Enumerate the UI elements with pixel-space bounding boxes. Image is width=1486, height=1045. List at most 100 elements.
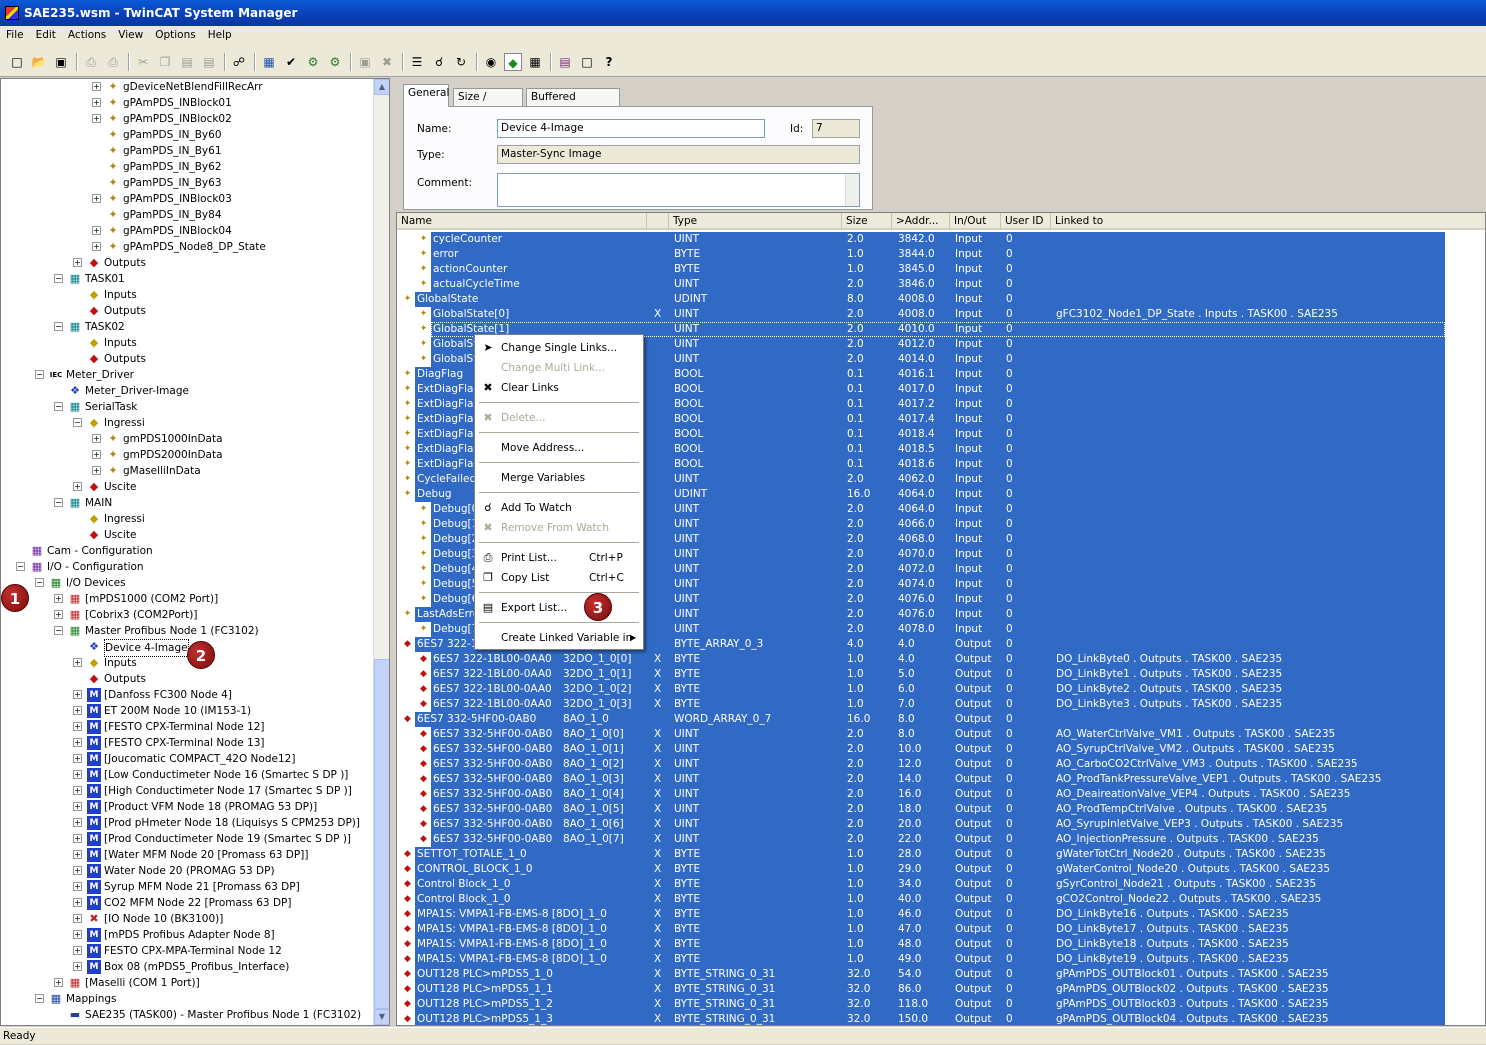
menu-options[interactable]: Options [149,26,202,44]
table-row[interactable]: ✦ GlobalState[0] X UINT 2.0 4008.0 Input 0 gFC31… [397,307,1485,322]
tree-item[interactable]: + M [Prod Conductimeter Node 19 (Smartec S… [1,831,371,847]
column-header-name[interactable]: Name [397,213,647,230]
tree-item[interactable]: ◆ Inputs [1,335,371,351]
table-row[interactable]: ✦ actualCycleTime UINT 2.0 3846.0 Input 0 [397,277,1485,292]
menu-help[interactable]: Help [202,26,238,44]
expand-icon[interactable]: + [73,818,82,827]
tree-item[interactable]: + M [FESTO CPX-Terminal Node 13] [1,735,371,751]
expand-icon[interactable]: + [73,786,82,795]
expand-icon[interactable]: + [73,738,82,747]
table-row[interactable]: ◆ 6ES7 332-5HF00-0AB0 8AO_1_0[7] X UINT 2.0 22… [397,832,1485,847]
remove-icon[interactable]: ✖ [378,53,396,71]
activate-configuration-icon[interactable]: ⚙ [304,53,322,71]
tree-item[interactable]: + M CO2 MFM Node 22 [Promass 63 DP] [1,895,371,911]
tree-item[interactable]: + ✖ [IO Node 10 (BK3100)] [1,911,371,927]
tree-item[interactable]: ❖ Device 4-Image [1,639,371,657]
expand-icon[interactable]: + [73,482,82,491]
app-icon[interactable] [5,6,19,20]
collapse-icon[interactable]: − [35,578,44,587]
column-header-size[interactable]: Size [842,213,892,230]
comment-textarea[interactable] [497,173,860,207]
table-row[interactable]: ◆ OUT128 PLC>mPDS5_1_2 X BYTE_STRING_0_31 32… [397,997,1485,1012]
collapse-icon[interactable]: − [54,626,63,635]
table-row[interactable]: ◆ 6ES7 322-1BL00-0AA0 32DO_1_0[0] X BYTE 1.0 4… [397,652,1485,667]
table-row[interactable]: ◆ OUT128 PLC>mPDS5_1_0 X BYTE_STRING_0_31 32… [397,967,1485,982]
collapse-icon[interactable]: − [54,498,63,507]
menu-item-copy-list[interactable]: ❐ Copy List Ctrl+C [475,568,643,588]
tree-item[interactable]: + ◆ Uscite [1,479,371,495]
tree-item[interactable]: + M [mPDS Profibus Adapter Node 8] [1,927,371,943]
menu-item-create-linked-variable-in[interactable]: Create Linked Variable in ▶ [475,628,643,648]
tree-item[interactable]: + M Box 08 (mPDS5_Profibus_Interface) [1,959,371,975]
tree-item[interactable]: + M FESTO CPX-MPA-Terminal Node 12 [1,943,371,959]
save-icon[interactable]: ▣ [52,53,70,71]
tree-item[interactable]: − ▦ SerialTask [1,399,371,415]
menu-item-move-address[interactable]: Move Address... [475,438,643,458]
expand-icon[interactable]: + [92,226,101,235]
column-header-linked-to[interactable]: Linked to [1051,213,1485,230]
new-file-icon[interactable]: □ [8,53,26,71]
check-configuration-icon[interactable]: ✔ [282,53,300,71]
tab-buffered-mapping[interactable]: Buffered Mapping [526,88,620,120]
tree-item[interactable]: ✦ gPamPDS_IN_By63 [1,175,371,191]
table-row[interactable]: ✦ GlobalState UDINT 8.0 4008.0 Input 0 [397,292,1485,307]
expand-icon[interactable]: + [73,882,82,891]
expand-icon[interactable]: + [54,610,63,619]
tree-item[interactable]: + M [Joucomatic COMPACT_42O Node12] [1,751,371,767]
zoom-icon[interactable]: ☌ [430,53,448,71]
expand-icon[interactable]: + [73,962,82,971]
table-row[interactable]: ◆ MPA1S: VMPA1-FB-EMS-8 [8DO]_1_0 X BYTE 1.0… [397,907,1485,922]
tree-item[interactable]: ◆ Outputs [1,671,371,687]
print-preview-icon[interactable]: ⎙ [104,53,122,71]
table-row[interactable]: ◆ 6ES7 322-1BL00-0AA0 32DO_1_0[1] X BYTE 1.0 5… [397,667,1485,682]
expand-icon[interactable]: + [92,114,101,123]
table-row[interactable]: ✦ cycleCounter UINT 2.0 3842.0 Input 0 [397,232,1485,247]
tree-item[interactable]: ◆ Ingressi [1,511,371,527]
tree-item[interactable]: + ◆ Outputs [1,255,371,271]
open-folder-icon[interactable]: 📂 [30,53,48,71]
table-row[interactable]: ◆ 6ES7 322-1BL00-0AA0 32DO_1_0[2] X BYTE 1.0 6… [397,682,1485,697]
table-row[interactable]: ◆ 6ES7 332-5HF00-0AB0 8AO_1_0[2] X UINT 2.0 12… [397,757,1485,772]
table-row[interactable]: ◆ 6ES7 332-5HF00-0AB0 8AO_1_0[4] X UINT 2.0 16… [397,787,1485,802]
scroll-up-icon[interactable]: ▲ [374,79,389,95]
table-row[interactable]: ✦ error BYTE 1.0 3844.0 Input 0 [397,247,1485,262]
collapse-icon[interactable]: − [54,322,63,331]
tree-item[interactable]: + M [Danfoss FC300 Node 4] [1,687,371,703]
expand-icon[interactable]: + [73,914,82,923]
whats-this-help-icon[interactable]: ? [600,53,618,71]
tree-item[interactable]: − ▦ Master Profibus Node 1 (FC3102) [1,623,371,639]
tree-item[interactable]: + ✦ gPAmPDS_INBlock03 [1,191,371,207]
print-icon[interactable]: ⎙ [82,53,100,71]
tree-item[interactable]: ✦ gPamPDS_IN_By62 [1,159,371,175]
table-row[interactable]: ◆ MPA1S: VMPA1-FB-EMS-8 [8DO]_1_0 X BYTE 1.0… [397,952,1485,967]
add-icon[interactable]: ▣ [356,53,374,71]
column-header-sub[interactable] [647,213,669,230]
tree-item[interactable]: + M [Product VFM Node 18 (PROMAG 53 DP)] [1,799,371,815]
generate-mappings-icon[interactable]: ▦ [260,53,278,71]
paste-icon[interactable]: ▤ [178,53,196,71]
tree-item[interactable]: + M Water Node 20 (PROMAG 53 DP) [1,863,371,879]
table-row[interactable]: ◆ MPA1S: VMPA1-FB-EMS-8 [8DO]_1_0 X BYTE 1.0… [397,922,1485,937]
table-row[interactable]: ◆ OUT128 PLC>mPDS5_1_3 X BYTE_STRING_0_31 32… [397,1012,1485,1025]
tree-scrollbar[interactable]: ▲ ▼ [373,79,389,1025]
tree-item[interactable]: + ▦ [Maselli (COM 1 Port)] [1,975,371,991]
tree-item[interactable]: + ✦ gPAmPDS_INBlock02 [1,111,371,127]
table-row[interactable]: ◆ OUT128 PLC>mPDS5_1_1 X BYTE_STRING_0_31 32… [397,982,1485,997]
collapse-icon[interactable]: − [35,370,44,379]
column-header-user-id[interactable]: User ID [1001,213,1051,230]
tree-item[interactable]: ◆ Uscite [1,527,371,543]
tree-item[interactable]: + M [FESTO CPX-Terminal Node 12] [1,719,371,735]
table-row[interactable]: ◆ 6ES7 322-1BL00-0AA0 32DO_1_0[3] X BYTE 1.0 7… [397,697,1485,712]
menu-item-print-list[interactable]: ⎙ Print List... Ctrl+P [475,548,643,568]
collapse-icon[interactable]: − [35,994,44,1003]
online-mode-icon[interactable]: ◆ [504,53,522,71]
tree-item[interactable]: + M [Prod pHmeter Node 18 (Liquisys S CPM2… [1,815,371,831]
tree-item[interactable]: − ▦ Mappings [1,991,371,1007]
tree-item[interactable]: − ▦ TASK02 [1,319,371,335]
expand-icon[interactable]: + [92,242,101,251]
tree-item[interactable]: + ✦ gmPDS1000InData [1,431,371,447]
expand-icon[interactable]: + [73,754,82,763]
list-icon[interactable]: ☰ [408,53,426,71]
copy-icon[interactable]: ❐ [156,53,174,71]
table-row[interactable]: ◆ 6ES7 332-5HF00-0AB0 8AO_1_0[5] X UINT 2.0 18… [397,802,1485,817]
